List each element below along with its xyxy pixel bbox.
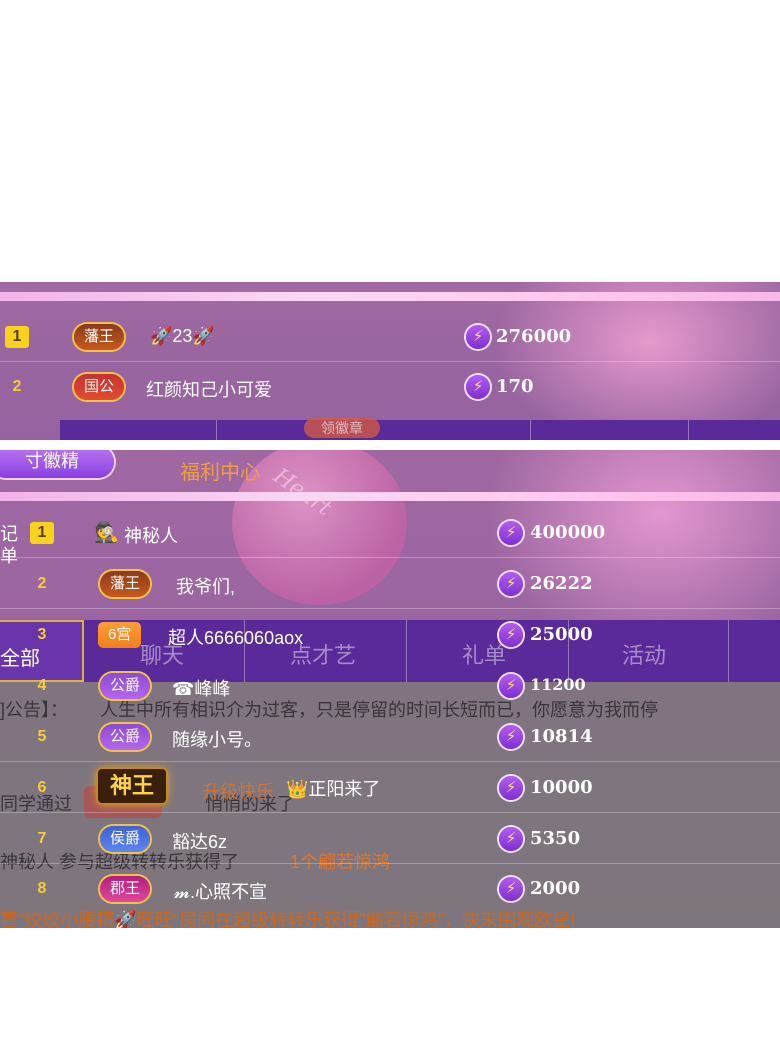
- lightning-coin-icon: ⚡: [499, 674, 523, 698]
- row-divider: [0, 557, 780, 558]
- noble-badge: 6宫: [98, 622, 142, 648]
- contribution-value: 10000: [530, 777, 593, 798]
- tab-divider: [216, 420, 217, 440]
- contribution-value: 10814: [530, 726, 593, 747]
- ranking-row[interactable]: 4 公爵 ☎峰峰 ⚡ 11200: [0, 661, 780, 711]
- tab-divider: [688, 420, 689, 440]
- lightning-coin-icon: ⚡: [499, 877, 523, 901]
- ranking-row[interactable]: 1 藩王 🚀23🚀 ⚡ 276000: [0, 312, 780, 362]
- rank-number: 2: [37, 575, 47, 592]
- lightning-coin-icon: ⚡: [499, 725, 523, 749]
- ranking-row[interactable]: 2 藩王 我爷们, ⚡ 26222: [0, 559, 780, 609]
- bottom-ranking-panel: Heart 寸徽精 福利中心 记 单 全部 聊天 点才艺 礼单 活动 ]公告】：…: [0, 450, 780, 928]
- noble-badge: 郡王: [100, 876, 151, 902]
- contribution-value: 400000: [530, 522, 606, 543]
- lightning-coin-icon: ⚡: [466, 325, 490, 349]
- lightning-coin-icon: ⚡: [466, 375, 490, 399]
- collect-button[interactable]: 寸徽精: [0, 450, 114, 478]
- lightning-coin-icon: ⚡: [499, 623, 523, 647]
- lightning-coin-icon: ⚡: [499, 521, 523, 545]
- user-name: 随缘小号。: [172, 730, 262, 750]
- ranking-row[interactable]: 8 郡王 𝓶.心照不宣 ⚡ 2000: [0, 864, 780, 914]
- row-divider: [0, 761, 780, 762]
- rank-number: 5: [37, 728, 47, 745]
- top-ranking-panel: 1 藩王 🚀23🚀 ⚡ 276000 2 国公 红颜知己小可爱 ⚡ 170 领徽…: [0, 282, 780, 440]
- collect-badge-button[interactable]: 领徽章: [304, 418, 380, 438]
- welfare-center-link[interactable]: 福利中心: [180, 456, 260, 485]
- user-name: 𝓶.心照不宣: [174, 882, 268, 902]
- ranking-row[interactable]: 5 公爵 随缘小号。 ⚡ 10814: [0, 712, 780, 762]
- contribution-value: 25000: [530, 624, 593, 645]
- rank-number: 6: [37, 779, 47, 796]
- rank-number: 4: [37, 677, 47, 694]
- contribution-value: 26222: [530, 573, 593, 594]
- user-name: 🚀23🚀: [150, 326, 215, 346]
- user-name: 超人6666060aox: [168, 628, 304, 648]
- contribution-value: 11200: [530, 675, 586, 694]
- noble-badge: 公爵: [100, 673, 151, 699]
- user-name: 豁达6z: [172, 832, 228, 852]
- user-name: 红颜知己小可爱: [146, 380, 272, 400]
- rank-number: 1: [5, 326, 29, 348]
- noble-badge: 公爵: [100, 724, 151, 750]
- ranking-row[interactable]: 3 6宫 超人6666060aox ⚡ 25000: [0, 610, 780, 660]
- ranking-row[interactable]: 2 国公 红颜知己小可爱 ⚡ 170: [0, 362, 780, 412]
- contribution-value: 5350: [530, 828, 581, 849]
- row-divider: [0, 812, 780, 813]
- rank-number: 3: [37, 626, 47, 643]
- ranking-row[interactable]: 6 神王 👑正阳来了 ⚡ 10000: [0, 763, 780, 813]
- rank-number: 1: [30, 522, 54, 544]
- rank-number: 8: [37, 880, 47, 897]
- header-stripe: [0, 292, 780, 301]
- contribution-value: 2000: [530, 878, 581, 899]
- rank-number: 7: [37, 830, 47, 847]
- lightning-coin-icon: ⚡: [499, 776, 523, 800]
- noble-badge: 藩王: [74, 324, 125, 350]
- user-name: 我爷们,: [176, 577, 236, 597]
- contribution-value: 276000: [496, 326, 572, 347]
- user-name: 神秘人: [124, 526, 178, 546]
- lightning-coin-icon: ⚡: [499, 572, 523, 596]
- ranking-row[interactable]: 7 侯爵 豁达6z ⚡ 5350: [0, 814, 780, 864]
- noble-badge: 侯爵: [100, 826, 151, 852]
- noble-badge: 神王: [98, 769, 167, 803]
- mystery-user-icon: 🕵: [94, 522, 119, 544]
- lightning-coin-icon: ⚡: [499, 827, 523, 851]
- noble-badge: 国公: [74, 374, 125, 400]
- contribution-value: 170: [496, 376, 534, 397]
- row-divider: [0, 608, 780, 609]
- tab-bar-strip: [60, 420, 780, 440]
- rank-number: 2: [12, 378, 22, 395]
- tab-divider: [530, 420, 531, 440]
- header-stripe: [0, 492, 780, 501]
- user-name: ☎峰峰: [172, 679, 231, 699]
- noble-badge: 藩王: [100, 571, 151, 597]
- ranking-row[interactable]: 1 🕵 神秘人 ⚡ 400000: [0, 508, 780, 558]
- user-name: 👑正阳来了: [286, 779, 381, 799]
